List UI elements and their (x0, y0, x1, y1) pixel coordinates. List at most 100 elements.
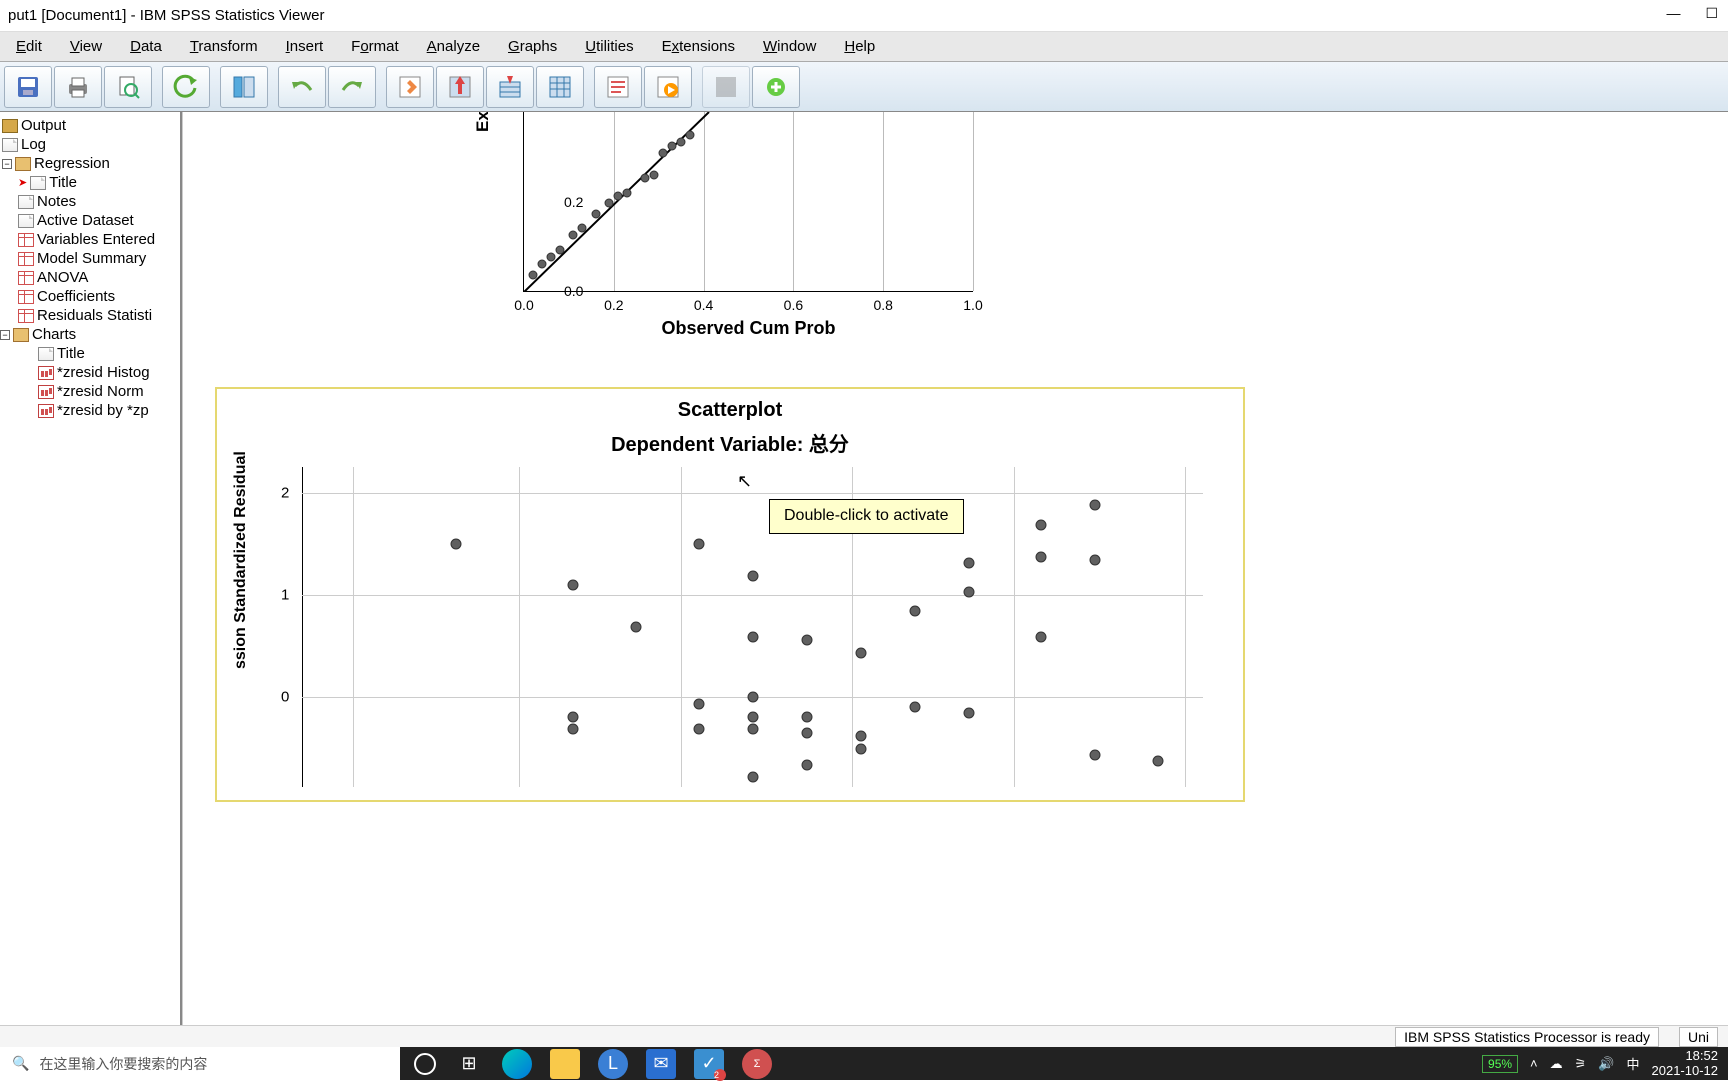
log-icon (2, 138, 18, 152)
select-button[interactable] (594, 66, 642, 108)
window-titlebar: put1 [Document1] - IBM SPSS Statistics V… (0, 0, 1728, 32)
tree-log[interactable]: Log (0, 135, 180, 154)
dataset-icon (18, 214, 34, 228)
statusbar: IBM SPSS Statistics Processor is ready U… (0, 1025, 1728, 1047)
tree-residuals[interactable]: Residuals Statisti (0, 306, 180, 325)
taskview-icon[interactable]: ⊞ (454, 1049, 484, 1079)
status-uni: Uni (1679, 1027, 1718, 1047)
onedrive-icon[interactable]: ☁ (1550, 1056, 1563, 1072)
menu-utilities[interactable]: Utilities (571, 34, 647, 59)
menu-analyze[interactable]: Analyze (413, 34, 494, 59)
chart1-xtick: 0.4 (694, 297, 713, 313)
scatterplot-chart[interactable]: Scatterplot Dependent Variable: 总分 ssion… (215, 387, 1245, 802)
table-icon (18, 309, 34, 323)
tree-variables-entered[interactable]: Variables Entered (0, 230, 180, 249)
outline-sidebar: Output Log −Regression ➤Title Notes Acti… (0, 112, 182, 1047)
battery-indicator[interactable]: 95% (1482, 1055, 1518, 1073)
edge-icon[interactable] (502, 1049, 532, 1079)
table-icon (18, 252, 34, 266)
scatter-subtitle: Dependent Variable: 总分 (237, 428, 1223, 457)
menu-graphs[interactable]: Graphs (494, 34, 571, 59)
outline-tree[interactable]: Output Log −Regression ➤Title Notes Acti… (0, 112, 180, 1029)
volume-icon[interactable]: 🔊 (1598, 1056, 1614, 1072)
layout-button[interactable] (220, 66, 268, 108)
tree-title[interactable]: ➤Title (0, 173, 180, 192)
mail-icon[interactable]: ✉ (646, 1049, 676, 1079)
tree-active-dataset[interactable]: Active Dataset (0, 211, 180, 230)
minimize-button[interactable]: — (1666, 5, 1680, 22)
book-icon (15, 157, 31, 171)
menu-edit[interactable]: EEditdit (2, 34, 56, 59)
tree-charts-title[interactable]: Title (0, 344, 180, 363)
print-button[interactable] (54, 66, 102, 108)
goto-var-button[interactable] (486, 66, 534, 108)
menu-format[interactable]: Format (337, 34, 413, 59)
chart1-ytick: 0.0 (564, 283, 583, 299)
disabled-button (702, 66, 750, 108)
wifi-icon[interactable]: ⚞ (1575, 1056, 1587, 1072)
app-icon[interactable]: L (598, 1049, 628, 1079)
pp-plot-chart[interactable]: Expe (453, 112, 1213, 357)
menu-data[interactable]: Data (116, 34, 176, 59)
chart-icon (38, 385, 54, 399)
collapse-icon[interactable]: − (2, 159, 12, 169)
chart1-xtick: 0.6 (784, 297, 803, 313)
variables-button[interactable] (536, 66, 584, 108)
tree-coefficients[interactable]: Coefficients (0, 287, 180, 306)
tree-zresid-zp[interactable]: *zresid by *zp (0, 401, 180, 420)
add-button[interactable] (752, 66, 800, 108)
todo-icon[interactable]: ✓2 (694, 1049, 724, 1079)
goto-data-button[interactable] (386, 66, 434, 108)
menu-help[interactable]: Help (830, 34, 889, 59)
table-icon (18, 271, 34, 285)
tree-model-summary[interactable]: Model Summary (0, 249, 180, 268)
tree-output[interactable]: Output (0, 116, 180, 135)
chart1-plot-area: 0.2 0.0 0.0 0.2 0.4 0.6 0.8 1.0 Observed… (523, 112, 973, 292)
scatter-plot-area: 2 1 0 (302, 467, 1203, 787)
title-icon (30, 176, 46, 190)
search-icon: 🔍 (12, 1055, 29, 1072)
run-button[interactable] (644, 66, 692, 108)
tree-zresid-hist[interactable]: *zresid Histog (0, 363, 180, 382)
taskbar-search[interactable]: 🔍 在这里输入你要搜索的内容 (0, 1047, 400, 1080)
maximize-button[interactable]: ☐ (1705, 5, 1718, 22)
ime-indicator[interactable]: 中 (1626, 1054, 1639, 1073)
status-processor: IBM SPSS Statistics Processor is ready (1395, 1027, 1659, 1047)
menubar: EEditdit View Data Transform Insert Form… (0, 32, 1728, 62)
save-button[interactable] (4, 66, 52, 108)
window-title: put1 [Document1] - IBM SPSS Statistics V… (8, 7, 325, 24)
collapse-icon[interactable]: − (0, 330, 10, 340)
notes-icon (18, 195, 34, 209)
preview-button[interactable] (104, 66, 152, 108)
goto-case-button[interactable] (436, 66, 484, 108)
scatter-ytick: 2 (281, 484, 289, 501)
tree-notes[interactable]: Notes (0, 192, 180, 211)
activate-tooltip: Double-click to activate (769, 499, 964, 534)
tree-charts[interactable]: −Charts (0, 325, 180, 344)
spss-icon[interactable]: Σ (742, 1049, 772, 1079)
title-icon (38, 347, 54, 361)
scatter-title: Scatterplot (237, 399, 1223, 422)
arrow-icon: ➤ (18, 176, 27, 189)
chart1-ylabel: Expe (473, 112, 493, 132)
chart-icon (38, 404, 54, 418)
chart1-ytick: 0.2 (564, 194, 583, 210)
scatter-ytick: 0 (281, 689, 289, 706)
tree-zresid-norm[interactable]: *zresid Norm (0, 382, 180, 401)
tree-regression[interactable]: −Regression (0, 154, 180, 173)
cortana-icon[interactable] (414, 1053, 436, 1075)
menu-extensions[interactable]: Extensions (648, 34, 749, 59)
menu-view[interactable]: View (56, 34, 116, 59)
recall-button[interactable] (162, 66, 210, 108)
tree-anova[interactable]: ANOVA (0, 268, 180, 287)
undo-button[interactable] (278, 66, 326, 108)
menu-transform[interactable]: Transform (176, 34, 272, 59)
menu-window[interactable]: Window (749, 34, 830, 59)
menu-insert[interactable]: Insert (272, 34, 338, 59)
clock[interactable]: 18:52 2021-10-12 (1652, 1049, 1719, 1078)
book-icon (13, 328, 29, 342)
redo-button[interactable] (328, 66, 376, 108)
tray-chevron-icon[interactable]: ˄ (1530, 1056, 1538, 1071)
explorer-icon[interactable] (550, 1049, 580, 1079)
output-viewer[interactable]: Expe (182, 112, 1728, 1047)
